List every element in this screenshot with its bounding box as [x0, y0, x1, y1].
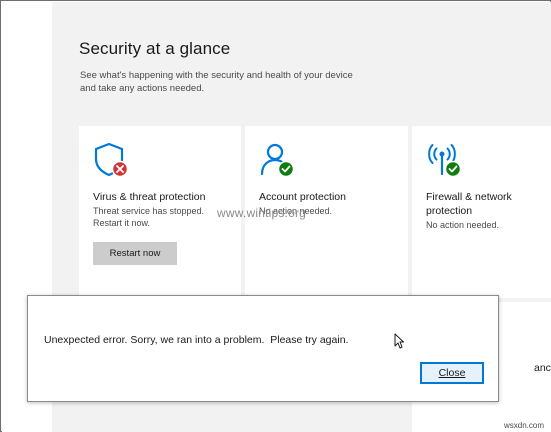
tile-firewall-network-protection[interactable]: Firewall & network protection No action …: [412, 126, 551, 298]
tile-status: No action needed.: [426, 220, 500, 230]
close-button[interactable]: Close: [420, 362, 484, 384]
tile-partial-title: ance &: [534, 362, 551, 374]
error-message: Unexpected error. Sorry, we ran into a p…: [44, 334, 349, 346]
tile-title: Virus & threat protection: [93, 191, 206, 203]
page-title: Security at a glance: [79, 39, 231, 58]
close-button-label: Close: [438, 367, 466, 379]
tile-title: Account protection: [259, 191, 346, 203]
tile-status-line: Restart it now.: [93, 218, 151, 228]
watermark-text: www.wintips.org: [217, 206, 307, 220]
tile-title: Firewall & network protection: [426, 191, 512, 217]
site-credit: wsxdn.com: [504, 421, 545, 430]
shield-error-icon: [92, 140, 132, 180]
restart-now-button[interactable]: Restart now: [93, 242, 177, 265]
error-dialog: Unexpected error. Sorry, we ran into a p…: [27, 295, 499, 402]
screenshot-frame: Security at a glance See what's happenin…: [0, 0, 551, 432]
account-ok-icon: [258, 140, 298, 180]
page-description: See what's happening with the security a…: [80, 70, 353, 94]
firewall-ok-icon: [425, 140, 465, 180]
tile-status-line: Threat service has stopped.: [93, 206, 205, 216]
mouse-pointer-icon: [394, 333, 404, 349]
